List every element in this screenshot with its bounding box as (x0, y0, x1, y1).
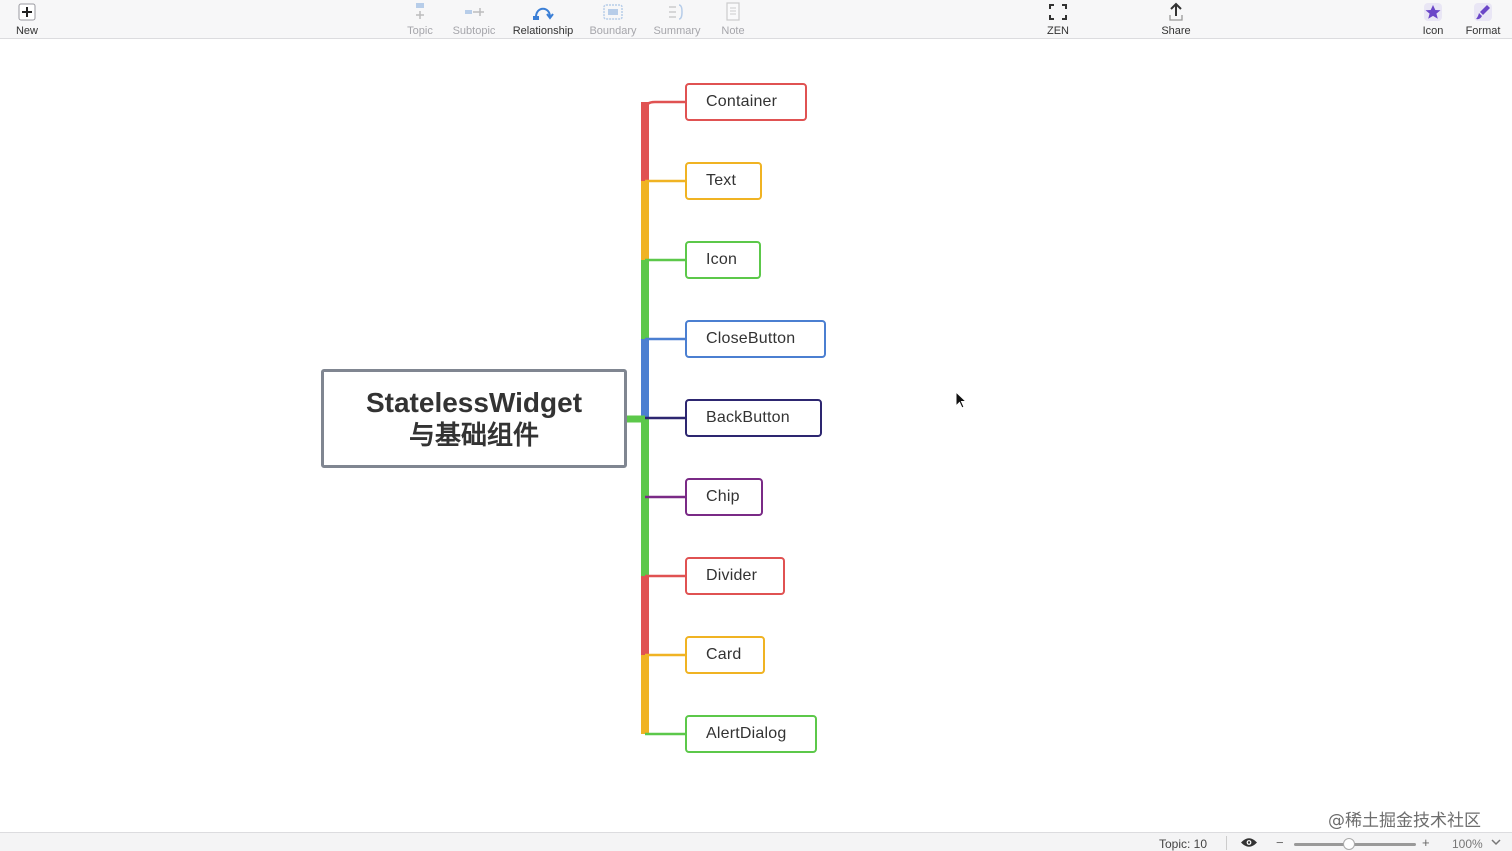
subtopic-card[interactable]: Card (685, 636, 765, 674)
zoom-level[interactable]: 100% (1452, 837, 1483, 851)
relationship-icon (533, 7, 554, 20)
subtopic-button[interactable]: Subtopic (438, 0, 510, 38)
share-button[interactable]: Share (1140, 0, 1212, 38)
boundary-button[interactable]: Boundary (577, 0, 649, 38)
chevron-down-icon[interactable] (1491, 836, 1501, 848)
share-label: Share (1161, 25, 1191, 37)
new-button[interactable]: New (0, 0, 63, 38)
mindmap-canvas[interactable]: StatelessWidget 与基础组件 Container Text Icon C… (0, 39, 1512, 832)
summary-icon (669, 4, 683, 20)
watermark: @稀土掘金技术社区 (1328, 811, 1481, 831)
subtopic-container[interactable]: Container (685, 83, 807, 121)
topic-label: Topic (407, 25, 433, 37)
status-bar: Topic: 10 − + 100% (0, 832, 1512, 851)
subtopic-icon[interactable]: Icon (685, 241, 761, 279)
icon-label: Icon (1422, 25, 1444, 37)
subtopic-text[interactable]: Text (685, 162, 762, 200)
root-topic-title: StatelessWidget (365, 386, 583, 418)
subtopic-backbutton[interactable]: BackButton (685, 399, 822, 437)
root-topic-subtitle: 与基础组件 (408, 420, 539, 451)
zen-label: ZEN (1047, 25, 1069, 37)
boundary-icon (603, 4, 623, 20)
star-icon (1424, 3, 1442, 21)
note-button[interactable]: Note (697, 0, 769, 38)
zoom-slider[interactable] (1294, 843, 1416, 846)
subtopic-label: Subtopic (452, 25, 496, 37)
format-button[interactable]: Format (1447, 0, 1512, 38)
note-icon (726, 2, 740, 21)
root-topic[interactable]: StatelessWidget 与基础组件 (321, 369, 627, 468)
zen-button[interactable]: ZEN (1022, 0, 1094, 38)
branch-connector (643, 100, 685, 111)
topic-icon (416, 3, 424, 19)
note-label: Note (721, 25, 745, 37)
eye-icon[interactable] (1240, 837, 1258, 848)
format-label: Format (1465, 25, 1501, 37)
zen-icon (1049, 4, 1067, 20)
new-label: New (15, 25, 38, 37)
relationship-label: Relationship (512, 25, 574, 37)
zoom-slider-handle[interactable] (1342, 838, 1355, 850)
new-icon (18, 3, 36, 21)
subtopic-divider[interactable]: Divider (685, 557, 785, 595)
status-divider (1226, 836, 1227, 850)
mouse-cursor-icon (955, 391, 968, 409)
subtopic-icon (465, 8, 484, 16)
format-brush-icon (1474, 3, 1492, 21)
subtopic-closebutton[interactable]: CloseButton (685, 320, 826, 358)
summary-label: Summary (653, 25, 701, 37)
share-icon (1169, 2, 1183, 21)
topic-count: Topic: 10 (1159, 837, 1208, 851)
subtopic-chip[interactable]: Chip (685, 478, 763, 516)
boundary-label: Boundary (589, 25, 637, 37)
zoom-out-button[interactable]: − (1276, 835, 1284, 850)
toolbar: New Topic Subtopic Relationship Boundary (0, 0, 1512, 39)
zoom-in-button[interactable]: + (1422, 835, 1430, 850)
subtopic-alertdialog[interactable]: AlertDialog (685, 715, 817, 753)
relationship-button[interactable]: Relationship (507, 0, 579, 38)
